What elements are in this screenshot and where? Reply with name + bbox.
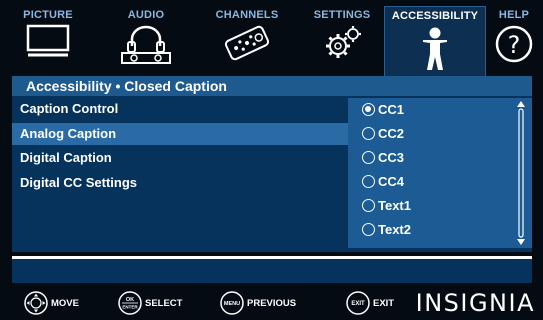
scroll-up-arrow-icon[interactable]	[517, 101, 525, 107]
radio-icon	[362, 199, 375, 212]
tab-picture[interactable]: PICTURE	[8, 6, 88, 76]
menu-item-label: Analog Caption	[20, 126, 117, 141]
tab-channels[interactable]: CHANNELS	[204, 6, 290, 76]
radio-icon	[362, 175, 375, 188]
menu-header: Accessibility • Closed Caption	[12, 76, 532, 96]
option-label: CC3	[378, 150, 405, 165]
tab-help[interactable]: HELP ?	[492, 6, 536, 76]
option-cc1[interactable]: CC1	[362, 99, 404, 121]
radio-icon	[362, 223, 375, 236]
ok-icon-text: OK	[126, 297, 134, 303]
hint-label: PREVIOUS	[247, 297, 297, 309]
hint-label: MOVE	[51, 297, 79, 309]
hint-label: EXIT	[373, 297, 395, 309]
headphones-icon	[121, 25, 171, 64]
option-cc2[interactable]: CC2	[362, 123, 404, 145]
radio-icon	[362, 151, 375, 164]
exit-button-icon: EXIT	[346, 291, 370, 315]
option-cc4[interactable]: CC4	[362, 171, 404, 193]
radio-selected-icon	[362, 103, 375, 116]
menu-item-caption-control[interactable]: Caption Control	[12, 98, 348, 120]
hint-exit: EXIT EXIT	[346, 286, 394, 320]
footer-hints: MOVE OK ENTER SELECT MENU PREVIOUS EXIT …	[0, 286, 543, 320]
option-cc3[interactable]: CC3	[362, 147, 404, 169]
menu-icon-text: MENU	[224, 301, 240, 307]
tab-label: ACCESSIBILITY	[391, 10, 479, 22]
tab-label: AUDIO	[127, 9, 165, 21]
hint-previous: MENU PREVIOUS	[220, 286, 296, 320]
hint-move: MOVE	[24, 286, 79, 320]
menu-button-icon: MENU	[220, 291, 244, 315]
gears-icon	[326, 26, 361, 58]
page-title: Accessibility • Closed Caption	[26, 78, 227, 94]
radio-icon	[362, 127, 375, 140]
option-text1[interactable]: Text1	[362, 195, 411, 217]
tab-accessibility[interactable]: ACCESSIBILITY	[384, 6, 486, 76]
option-label: CC4	[378, 174, 405, 189]
menu-item-digital-caption[interactable]: Digital Caption	[12, 147, 348, 169]
hint-label: SELECT	[145, 297, 183, 309]
tab-bar: PICTURE AUDIO CHANNELS SETTINGS ACCESSIB…	[8, 6, 536, 76]
menu-item-digital-cc-settings[interactable]: Digital CC Settings	[12, 172, 348, 194]
remote-icon	[224, 25, 270, 61]
tab-label: CHANNELS	[215, 9, 279, 21]
option-label: CC1	[378, 102, 405, 117]
enter-icon-text: ENTER	[122, 305, 138, 310]
option-label: Text1	[378, 198, 411, 213]
brand-logo: INSIGNIA	[415, 289, 535, 317]
option-text2[interactable]: Text2	[362, 219, 411, 241]
tab-label: PICTURE	[23, 9, 73, 21]
tab-label: SETTINGS	[313, 9, 371, 21]
tab-label: HELP	[498, 9, 530, 21]
hint-select: OK ENTER SELECT	[118, 286, 182, 320]
person-icon	[423, 27, 447, 70]
exit-icon-text: EXIT	[351, 301, 365, 307]
option-label: Text2	[378, 222, 411, 237]
menu-item-analog-caption[interactable]: Analog Caption	[12, 123, 348, 145]
menu-item-label: Digital Caption	[20, 150, 112, 165]
caption-options-list: CC1 CC2 CC3 CC4 Text1 Text2	[348, 98, 532, 248]
scroll-down-arrow-icon[interactable]	[517, 239, 525, 245]
scrollbar[interactable]	[516, 100, 526, 246]
svg-text:?: ?	[508, 31, 521, 59]
dpad-icon	[24, 291, 48, 315]
menu-panel: Caption Control Analog Caption Digital C…	[12, 96, 532, 252]
tv-icon	[26, 24, 70, 57]
option-label: CC2	[378, 126, 405, 141]
menu-item-label: Caption Control	[20, 101, 119, 116]
tab-audio[interactable]: AUDIO	[108, 6, 184, 76]
tab-settings[interactable]: SETTINGS	[306, 6, 378, 76]
tv-menu: PICTURE AUDIO CHANNELS SETTINGS ACCESSIB…	[0, 0, 543, 320]
menu-item-label: Digital CC Settings	[20, 175, 138, 190]
description-area	[12, 259, 532, 283]
ok-enter-button-icon: OK ENTER	[118, 291, 142, 315]
scroll-track[interactable]	[518, 108, 524, 238]
help-icon: ?	[495, 25, 533, 63]
